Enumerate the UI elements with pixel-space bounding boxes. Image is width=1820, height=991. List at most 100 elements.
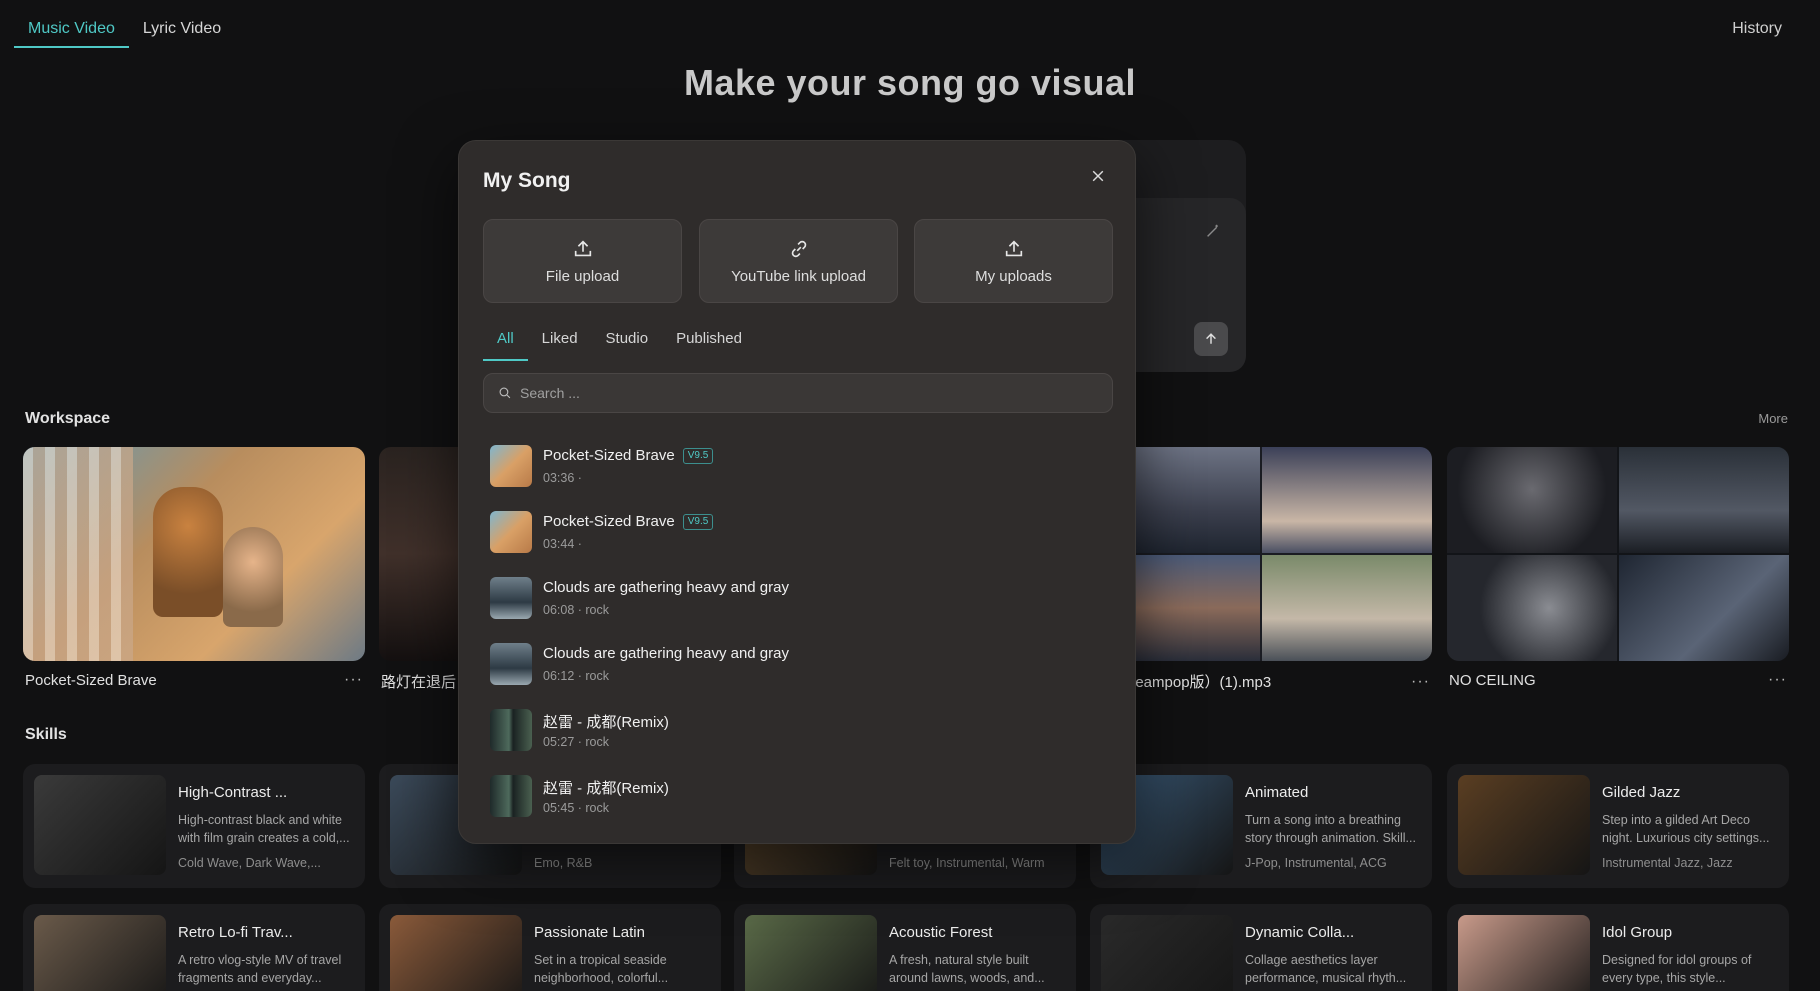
tab-published[interactable]: Published xyxy=(662,325,756,361)
workspace-thumbnail xyxy=(23,447,365,661)
song-title: Pocket-Sized Brave xyxy=(543,513,675,530)
skill-title: Retro Lo-fi Trav... xyxy=(178,924,293,941)
song-meta: 06:08 · rock xyxy=(543,603,610,617)
skill-card[interactable]: Acoustic Forest A fresh, natural style bu… xyxy=(734,904,1076,991)
close-icon xyxy=(1092,170,1104,182)
arrow-up-icon xyxy=(1206,333,1216,344)
skill-card[interactable]: Animated Turn a song into a breathing sto… xyxy=(1090,764,1432,888)
my-song-modal: My Song File upload YouTube link upload … xyxy=(458,140,1136,844)
modal-title: My Song xyxy=(483,169,571,192)
tab-lyric-video[interactable]: Lyric Video xyxy=(129,0,235,48)
version-badge: V9.5 xyxy=(682,513,714,530)
song-title: 赵雷 - 成都(Remix) xyxy=(543,780,669,797)
workspace-card-label: NO CEILING xyxy=(1449,671,1536,689)
skill-card[interactable]: High-Contrast ... High-contrast black and… xyxy=(23,764,365,888)
magic-wand-icon[interactable] xyxy=(1204,222,1224,242)
skills-title: Skills xyxy=(25,726,67,743)
skill-desc: Turn a song into a breathing story throu… xyxy=(1245,813,1416,845)
song-title: 赵雷 - 成都(Remix) xyxy=(543,714,669,731)
my-uploads-label: My uploads xyxy=(975,267,1052,285)
skill-thumbnail xyxy=(745,915,877,991)
search-box xyxy=(483,373,1113,413)
my-uploads-button[interactable]: My uploads xyxy=(914,219,1113,303)
more-options-icon[interactable]: ··· xyxy=(1411,673,1430,691)
song-meta: 05:27 · rock xyxy=(543,735,610,749)
song-title: Clouds are gathering heavy and gray xyxy=(543,645,789,662)
song-item[interactable]: Pocket-Sized Brave V9.5 03:36 · xyxy=(483,437,1113,503)
skill-tags: Cold Wave, Dark Wave,... xyxy=(178,856,321,870)
skill-desc: Collage aesthetics layer performance, mu… xyxy=(1245,953,1407,985)
skill-tags: Felt toy, Instrumental, Warm xyxy=(889,856,1045,870)
workspace-more-link[interactable]: More xyxy=(1758,411,1788,426)
history-link[interactable]: History xyxy=(1732,20,1782,38)
song-item[interactable]: 赵雷 - 成都(Remix) 05:27 · rock xyxy=(483,701,1113,767)
song-title: Pocket-Sized Brave xyxy=(543,447,675,464)
skill-card[interactable]: Gilded Jazz Step into a gilded Art Deco n… xyxy=(1447,764,1789,888)
tab-music-video[interactable]: Music Video xyxy=(14,0,129,48)
more-options-icon[interactable]: ··· xyxy=(344,671,363,689)
song-meta: 05:45 · rock xyxy=(543,801,610,815)
song-cover xyxy=(490,445,532,487)
youtube-link-upload-button[interactable]: YouTube link upload xyxy=(699,219,898,303)
song-item[interactable]: 赵雷 - 成都(Remix) 05:45 · rock xyxy=(483,767,1113,833)
top-nav: Music Video Lyric Video xyxy=(14,0,235,50)
upload-icon xyxy=(574,239,591,256)
skill-desc: A fresh, natural style built around lawn… xyxy=(889,953,1045,985)
skill-thumbnail xyxy=(34,775,166,875)
skill-card[interactable]: Idol Group Designed for idol groups of ev… xyxy=(1447,904,1789,991)
skill-card[interactable]: Retro Lo-fi Trav... A retro vlog-style MV… xyxy=(23,904,365,991)
workspace-card[interactable]: NO CEILING ··· xyxy=(1447,447,1789,689)
song-meta: 03:44 · xyxy=(543,537,582,551)
version-badge: V9.5 xyxy=(682,447,714,464)
search-input[interactable] xyxy=(520,385,1080,401)
tab-studio[interactable]: Studio xyxy=(592,325,663,361)
song-cover xyxy=(490,709,532,751)
tab-all[interactable]: All xyxy=(483,325,528,361)
skill-title: High-Contrast ... xyxy=(178,784,288,801)
skill-title: Idol Group xyxy=(1602,924,1673,941)
skill-tags: Emo, R&B xyxy=(534,856,593,870)
song-item[interactable]: Pocket-Sized Brave V9.5 03:44 · xyxy=(483,503,1113,569)
song-filter-tabs: All Liked Studio Published xyxy=(483,325,756,361)
more-options-icon[interactable]: ··· xyxy=(1768,671,1787,689)
skill-thumbnail xyxy=(1458,915,1590,991)
skill-thumbnail xyxy=(1101,915,1233,991)
skill-desc: Step into a gilded Art Deco night. Luxur… xyxy=(1602,813,1770,845)
song-cover xyxy=(490,577,532,619)
skill-desc: Designed for idol groups of every type, … xyxy=(1602,953,1752,985)
page-title: Make your song go visual xyxy=(683,62,1137,103)
skill-title: Acoustic Forest xyxy=(889,924,993,941)
song-meta: 06:12 · rock xyxy=(543,669,610,683)
song-item[interactable]: Clouds are gathering heavy and gray 06:0… xyxy=(483,569,1113,635)
song-cover xyxy=(490,775,532,817)
workspace-thumbnail xyxy=(1090,447,1432,661)
upload-icon xyxy=(1005,239,1022,256)
send-button[interactable] xyxy=(1194,322,1228,356)
skill-card[interactable]: Passionate Latin Set in a tropical seasid… xyxy=(379,904,721,991)
skill-title: Animated xyxy=(1245,784,1309,801)
skill-desc: Set in a tropical seaside neighborhood, … xyxy=(534,953,669,985)
link-icon xyxy=(791,240,806,257)
skill-desc: High-contrast black and white with film … xyxy=(178,813,350,845)
skill-tags: J-Pop, Instrumental, ACG xyxy=(1245,856,1387,870)
skill-desc: A retro vlog-style MV of travel fragment… xyxy=(178,953,342,985)
tab-liked[interactable]: Liked xyxy=(528,325,592,361)
skill-title: Passionate Latin xyxy=(534,924,645,941)
search-icon xyxy=(499,387,511,399)
skill-tags: Instrumental Jazz, Jazz xyxy=(1602,856,1733,870)
youtube-link-upload-label: YouTube link upload xyxy=(731,267,866,285)
workspace-card[interactable]: Pocket-Sized Brave ··· xyxy=(23,447,365,689)
close-button[interactable] xyxy=(1085,163,1111,189)
file-upload-button[interactable]: File upload xyxy=(483,219,682,303)
workspace-card-label: Pocket-Sized Brave xyxy=(25,671,157,689)
workspace-thumbnail xyxy=(1447,447,1789,661)
song-cover xyxy=(490,511,532,553)
song-title: Clouds are gathering heavy and gray xyxy=(543,579,789,596)
workspace-title: Workspace xyxy=(25,410,111,427)
skill-card[interactable]: Dynamic Colla... Collage aesthetics layer… xyxy=(1090,904,1432,991)
song-item[interactable]: Clouds are gathering heavy and gray 06:1… xyxy=(483,635,1113,701)
skill-thumbnail xyxy=(1458,775,1590,875)
workspace-card[interactable]: 歌（dreampop版）(1).mp3 ··· xyxy=(1090,447,1432,692)
skill-title: Dynamic Colla... xyxy=(1245,924,1355,941)
workspace-card-label: 路灯在退后 xyxy=(381,674,457,691)
